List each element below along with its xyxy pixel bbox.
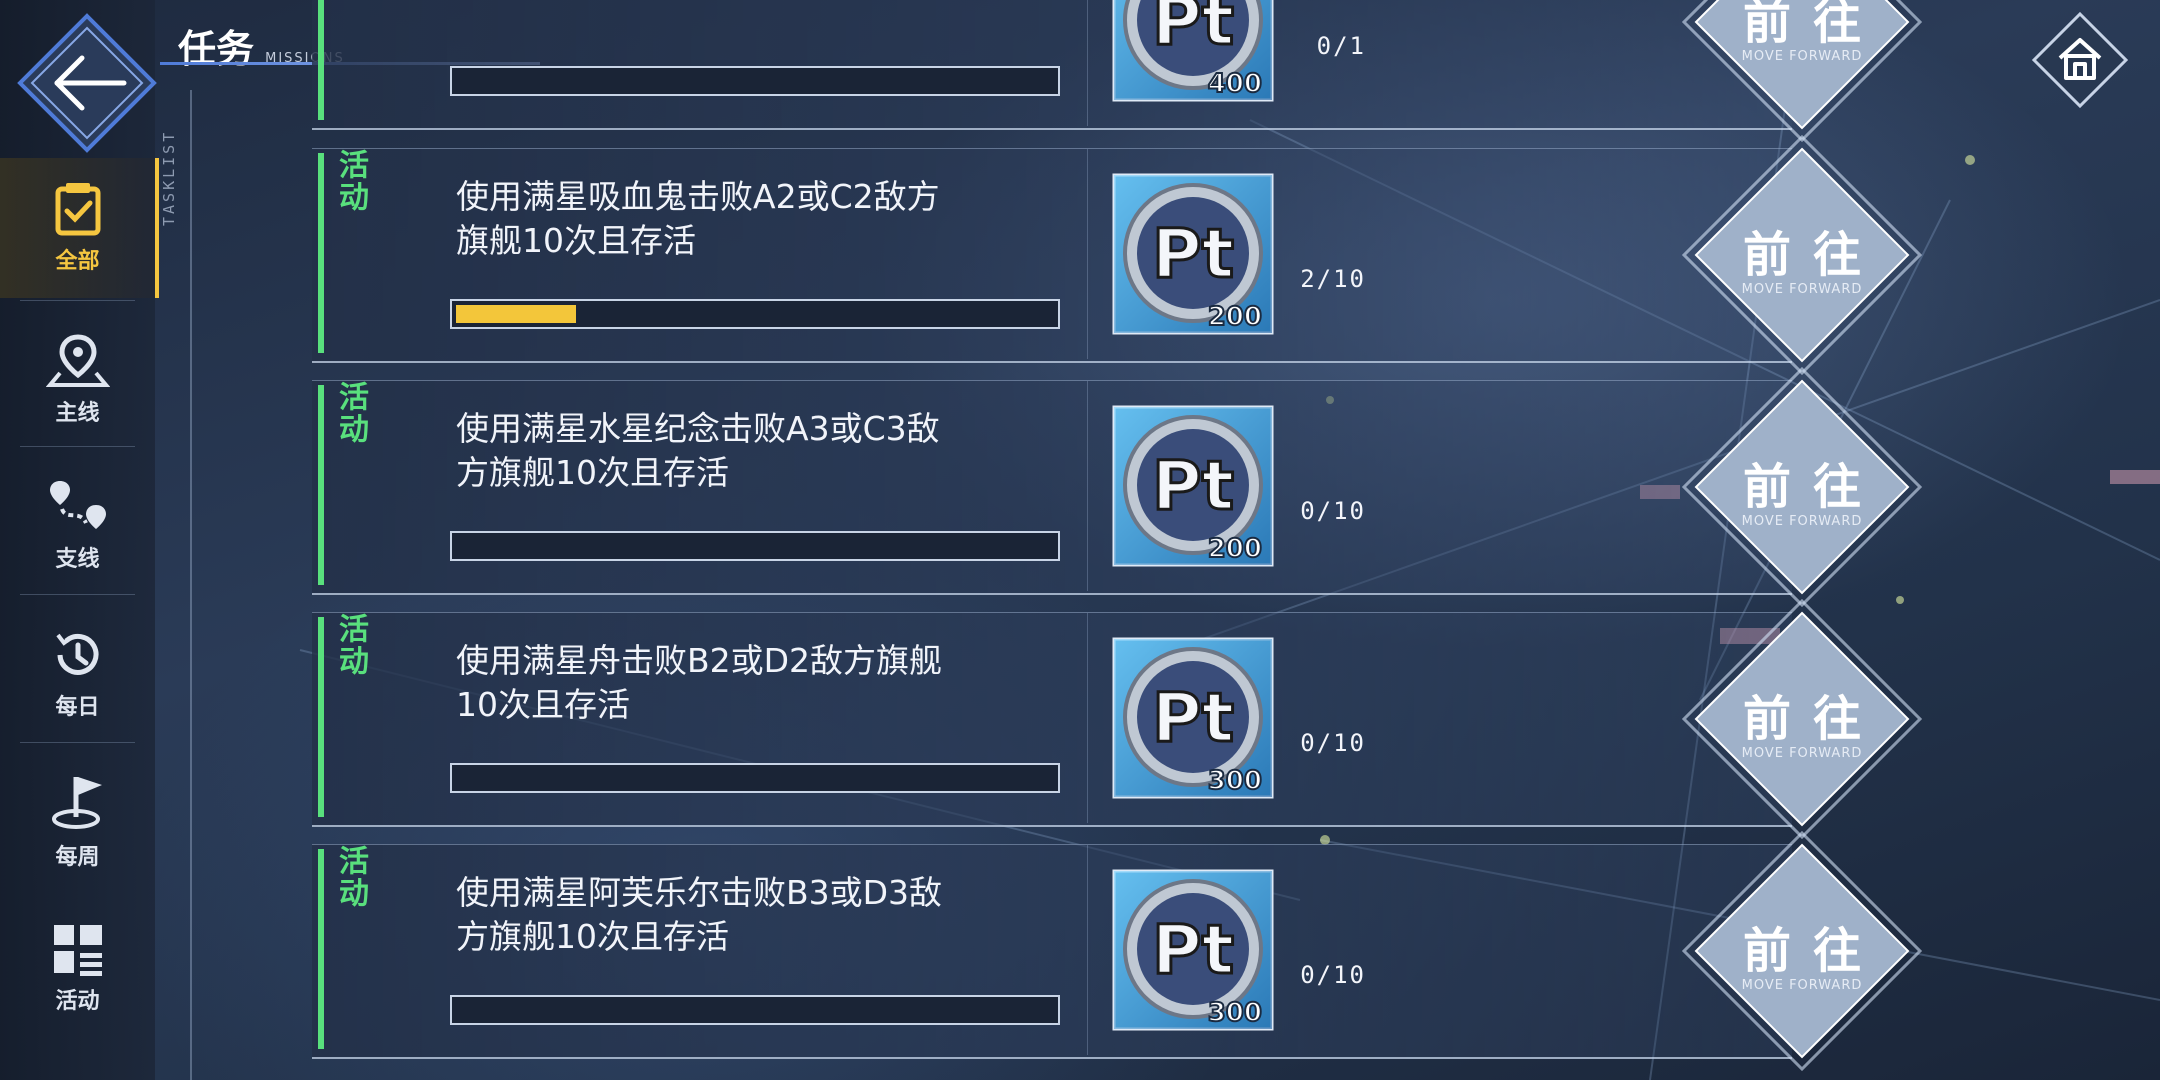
pt-coin-icon: Pt [1123, 415, 1263, 555]
go-button-sublabel: MOVE FORWARD [1742, 49, 1863, 64]
go-button[interactable]: 前往 MOVE FORWARD [1682, 367, 1922, 607]
task-divider [1087, 381, 1088, 591]
task-progress-bar [450, 995, 1060, 1025]
task-row: 0/1 Pt 400 前往 MOVE FORWARD [312, 0, 1922, 142]
route-icon [49, 481, 106, 529]
go-button-label: 前往 [1743, 923, 1883, 979]
go-button-label: 前往 [1743, 691, 1883, 747]
reward-item[interactable]: Pt 400 [1112, 0, 1274, 102]
task-tag: 活动 [333, 845, 368, 909]
task-divider [1087, 613, 1088, 823]
task-divider [1087, 845, 1088, 1055]
nav-separator [20, 300, 135, 301]
reward-item[interactable]: Pt 300 [1112, 637, 1274, 799]
go-button[interactable]: 前往 MOVE FORWARD [1682, 0, 1922, 142]
task-description: 使用满星吸血鬼击败A2或C2敌方旗舰10次且存活 [456, 177, 940, 260]
history-clock-icon [55, 633, 98, 675]
task-accent-bar [318, 153, 324, 353]
nav-item-main[interactable]: 主线 [0, 310, 155, 450]
go-button-label: 前往 [1743, 227, 1883, 283]
reward-coin-text: Pt [1152, 447, 1234, 526]
nav-label-weekly: 每周 [55, 845, 100, 870]
nav-label-all: 全部 [55, 249, 100, 274]
reward-item[interactable]: Pt 200 [1112, 405, 1274, 567]
home-button[interactable] [2030, 10, 2130, 110]
nav-item-weekly[interactable]: 每周 [0, 752, 155, 892]
task-tag: 活动 [333, 149, 368, 213]
task-accent-bar [318, 385, 324, 585]
task-progress-bar [450, 66, 1060, 96]
task-accent-bar [318, 849, 324, 1049]
reward-amount: 300 [1208, 766, 1262, 796]
task-accent-bar [318, 0, 324, 120]
map-pin-icon [45, 334, 110, 387]
nav-item-side[interactable]: 支线 [0, 456, 155, 596]
flag-icon [51, 777, 102, 829]
reward-amount: 400 [1208, 69, 1262, 99]
task-row: 活动 使用满星舟击败B2或D2敌方旗舰10次且存活 0/10 Pt 300 前往… [312, 599, 1922, 839]
activity-grid-icon [53, 925, 102, 976]
task-description: 使用满星舟击败B2或D2敌方旗舰10次且存活 [456, 641, 943, 724]
task-row: 活动 使用满星水星纪念击败A3或C3敌方旗舰10次且存活 0/10 Pt 200 [312, 367, 1922, 607]
task-row: 活动 使用满星阿芙乐尔击败B3或D3敌方旗舰10次且存活 0/10 Pt 300 [312, 831, 1922, 1071]
reward-coin-text: Pt [1152, 215, 1234, 294]
reward-coin-text: Pt [1152, 0, 1234, 61]
pt-coin-icon: Pt [1123, 879, 1263, 1019]
go-button-sublabel: MOVE FORWARD [1742, 978, 1863, 993]
nav-separator [20, 446, 135, 447]
task-description: 使用满星阿芙乐尔击败B3或D3敌方旗舰10次且存活 [456, 873, 943, 956]
reward-item[interactable]: Pt 200 [1112, 173, 1274, 335]
task-accent-bar [318, 617, 324, 817]
clipboard-check-icon [55, 183, 100, 236]
pt-coin-icon: Pt [1123, 183, 1263, 323]
nav-item-event[interactable]: 活动 [0, 898, 155, 1038]
nav-label-main: 主线 [55, 401, 100, 426]
go-button-sublabel: MOVE FORWARD [1742, 282, 1863, 297]
reward-coin-text: Pt [1152, 911, 1234, 990]
nav-label-event: 活动 [55, 989, 100, 1014]
task-progress-fill [456, 305, 576, 323]
go-button-label: 前往 [1743, 0, 1883, 50]
nav-item-all[interactable]: 全部 [0, 158, 159, 298]
reward-item[interactable]: Pt 300 [1112, 869, 1274, 1031]
pt-coin-icon: Pt [1123, 647, 1263, 787]
go-button-sublabel: MOVE FORWARD [1742, 514, 1863, 529]
nav-label-side: 支线 [55, 547, 100, 572]
task-divider [1087, 149, 1088, 359]
go-button[interactable]: 前往 MOVE FORWARD [1682, 831, 1922, 1071]
task-description: 使用满星水星纪念击败A3或C3敌方旗舰10次且存活 [456, 409, 940, 492]
nav-separator [20, 742, 135, 743]
task-progress-bar [450, 763, 1060, 793]
reward-amount: 300 [1208, 998, 1262, 1028]
tasklist-divider [190, 90, 192, 1080]
go-button[interactable]: 前往 MOVE FORWARD [1682, 135, 1922, 375]
task-row: 活动 使用满星吸血鬼击败A2或C2敌方旗舰10次且存活 2/10 Pt 200 [312, 135, 1922, 375]
nav-separator [20, 594, 135, 595]
go-button[interactable]: 前往 MOVE FORWARD [1682, 599, 1922, 839]
task-progress-bar [450, 299, 1060, 329]
task-progress-bar [450, 531, 1060, 561]
tasklist-label: TASKLIST [160, 130, 178, 227]
go-button-label: 前往 [1743, 459, 1883, 515]
task-tag: 活动 [333, 381, 368, 445]
task-tag: 活动 [333, 613, 368, 677]
nav-label-daily: 每日 [55, 695, 100, 720]
nav-item-daily[interactable]: 每日 [0, 604, 155, 744]
reward-amount: 200 [1208, 302, 1262, 332]
task-divider [1087, 0, 1088, 126]
go-button-sublabel: MOVE FORWARD [1742, 746, 1863, 761]
reward-amount: 200 [1208, 534, 1262, 564]
reward-coin-text: Pt [1152, 679, 1234, 758]
back-button[interactable] [12, 8, 162, 158]
